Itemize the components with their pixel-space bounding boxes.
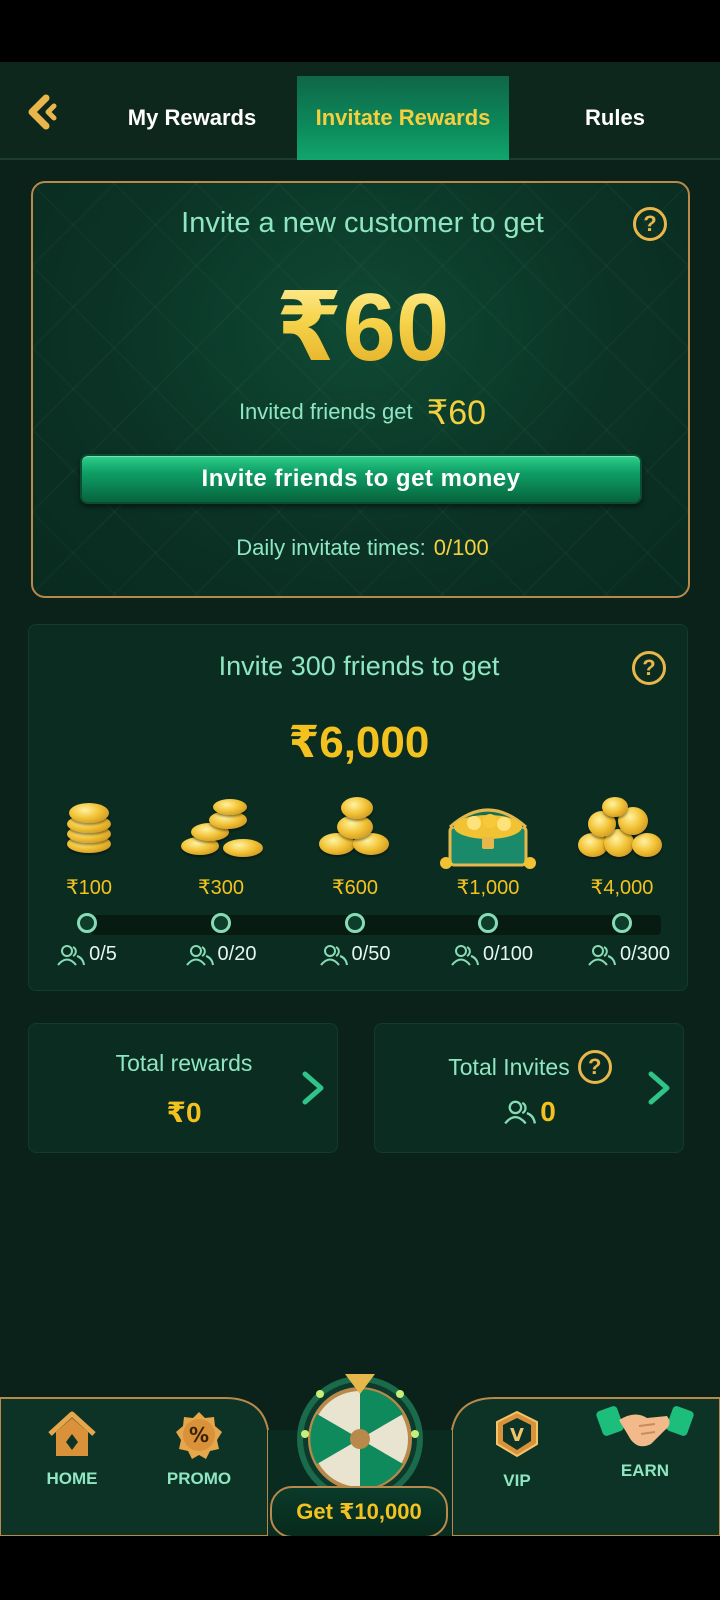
milestone-dot (612, 913, 632, 933)
milestone-reward: ₹300 (197, 877, 245, 899)
milestone-item: ₹300 (161, 793, 281, 900)
tab-my-rewards[interactable]: My Rewards (96, 76, 288, 160)
users-icon (588, 944, 616, 966)
milestone-progress-value: 0/20 (217, 943, 257, 965)
milestone-progress-value: 0/50 (351, 943, 391, 965)
top-tab-bar: My Rewards Invitate Rewards Rules (0, 62, 720, 160)
milestone-dot (77, 913, 97, 933)
nav-vip-label: VIP (503, 1471, 531, 1490)
users-icon (504, 1100, 537, 1125)
total-rewards-value: ₹0 (166, 1097, 202, 1128)
chevron-right-icon (648, 1071, 670, 1105)
total-invites-value: 0 (540, 1096, 556, 1127)
nav-promo[interactable]: % PROMO (144, 1410, 254, 1489)
daily-invite-value: 0/100 (433, 535, 489, 560)
chevron-right-icon (302, 1071, 324, 1105)
promo-percent-icon: % (176, 1412, 222, 1459)
total-invites-label-row: Total Invites ? (375, 1050, 685, 1084)
friends-get-label: Invited friends get (238, 398, 413, 424)
invite-card-title: Invite a new customer to get (181, 207, 544, 239)
friends-get-amount: ₹60 (426, 394, 487, 432)
handshake-icon (596, 1406, 694, 1447)
nav-promo-label: PROMO (166, 1469, 232, 1488)
daily-invite-label: Daily invitate times: (236, 535, 426, 560)
vip-badge-icon: V (496, 1410, 538, 1458)
status-bar (0, 0, 720, 62)
users-icon (451, 944, 479, 966)
nav-vip[interactable]: V VIP (462, 1410, 572, 1491)
nav-earn-label: EARN (620, 1461, 670, 1480)
milestone-reward: ₹600 (331, 877, 379, 899)
milestone-item: ₹100 (29, 793, 149, 900)
milestone-total-amount: ₹6,000 (288, 718, 430, 767)
milestone-item: ₹1,000 (428, 793, 548, 900)
bottom-nav: HOME % PROMO Get ₹10,000 V VIP EARN (0, 1374, 720, 1536)
tab-invitate-rewards[interactable]: Invitate Rewards (297, 76, 509, 160)
svg-text:V: V (510, 1425, 524, 1446)
milestone-dot (211, 913, 231, 933)
total-invites-card[interactable]: Total Invites ? 0 (374, 1023, 684, 1153)
milestone-item: ₹600 (295, 793, 415, 900)
milestone-progress: 0/5 (22, 943, 152, 966)
get-bonus-button[interactable]: Get ₹10,000 (270, 1486, 448, 1536)
users-icon (57, 944, 86, 966)
coin-stack-icon (562, 793, 682, 873)
total-rewards-label: Total rewards (115, 1050, 253, 1076)
milestone-progress: 0/50 (290, 943, 420, 966)
nav-home-label: HOME (46, 1469, 98, 1488)
nav-home[interactable]: HOME (17, 1410, 127, 1489)
coin-stack-icon (29, 793, 149, 873)
friends-get-row: Invited friends get ₹60 (33, 393, 688, 433)
milestone-progress: 0/300 (564, 943, 694, 966)
milestone-progress-track (91, 915, 661, 935)
total-rewards-card[interactable]: Total rewards ₹0 (28, 1023, 338, 1153)
coin-stack-icon (295, 793, 415, 873)
back-arrow-icon (28, 94, 57, 130)
milestone-card-title: Invite 300 friends to get (218, 651, 500, 681)
system-nav-bar (0, 1536, 720, 1600)
help-icon[interactable]: ? (632, 651, 666, 685)
users-icon (319, 944, 348, 966)
help-icon[interactable]: ? (577, 1050, 612, 1084)
lucky-wheel-icon[interactable] (285, 1364, 435, 1494)
milestone-card: Invite 300 friends to get ? ₹6,000 ₹100 … (28, 624, 688, 991)
nav-earn[interactable]: EARN (590, 1390, 700, 1481)
milestone-item: ₹4,000 (562, 793, 682, 900)
home-icon (48, 1411, 96, 1456)
invite-reward-amount: ₹60 (33, 271, 688, 383)
milestone-progress-value: 0/5 (89, 943, 117, 965)
coin-stack-icon (161, 793, 281, 873)
treasure-chest-icon (428, 793, 548, 873)
milestone-progress-value: 0/300 (619, 943, 671, 965)
invite-friends-button[interactable]: Invite friends to get money (80, 454, 642, 504)
back-button[interactable] (22, 92, 66, 132)
milestone-progress: 0/100 (427, 943, 557, 966)
invite-reward-card: Invite a new customer to get ? ₹60 Invit… (31, 181, 690, 598)
milestone-dot (345, 913, 365, 933)
milestone-progress: 0/20 (156, 943, 286, 966)
milestone-dot (478, 913, 498, 933)
milestone-reward: ₹100 (65, 877, 113, 899)
total-invites-label: Total Invites (448, 1053, 570, 1080)
tab-rules[interactable]: Rules (520, 76, 710, 160)
help-icon[interactable]: ? (633, 207, 667, 241)
app-screen: My Rewards Invitate Rewards Rules Invite… (0, 62, 720, 1536)
milestone-reward: ₹1,000 (456, 877, 520, 899)
milestone-progress-value: 0/100 (482, 943, 534, 965)
users-icon (185, 944, 214, 966)
daily-invite-row: Daily invitate times: 0/100 (33, 535, 688, 561)
svg-text:%: % (189, 1423, 209, 1447)
milestone-reward: ₹4,000 (590, 877, 654, 899)
total-invites-row: 0 (375, 1096, 685, 1128)
